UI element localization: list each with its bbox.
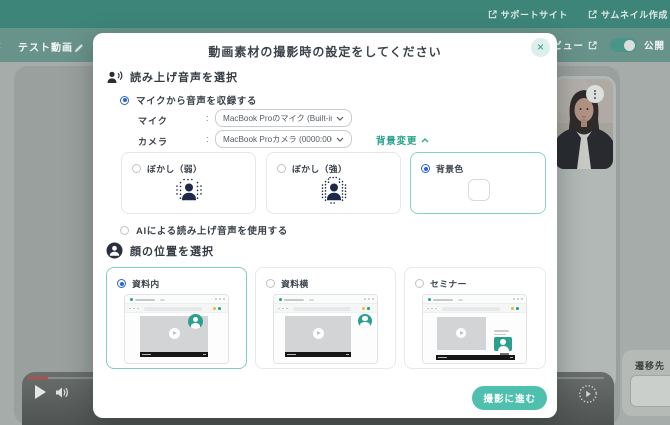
recording-settings-modal: 動画素材の撮影時の設定をしてください × 読み上げ音声を選択 マイクから音声を収… [93,33,557,418]
chevron-down-icon [336,116,344,121]
toggle-knob [624,39,636,51]
ai-voice-radio[interactable]: AIによる読み上げ音声を使用する [120,223,288,237]
radio-icon [266,279,275,288]
face-option-label: 資料内 [132,279,160,289]
bg-option-label: 背景色 [436,164,464,174]
publish-toggle[interactable] [609,38,637,52]
person-circle-icon [106,242,123,259]
project-title: テスト動画 [18,43,73,54]
background-change-label: 背景変更 [376,136,418,147]
bg-option-label: ぼかし（強） [292,164,348,174]
modal-title: 動画素材の撮影時の設定をしてください [208,45,442,59]
voice-section-header: 読み上げ音声を選択 [107,69,238,85]
blur-strong-person-icon [318,175,350,212]
destination-input[interactable] [630,375,670,407]
browser-mockup [273,294,378,364]
background-change-link[interactable]: 背景変更 [376,133,429,147]
presenter-video-strip [552,76,616,390]
back-chevron-icon[interactable]: ‹ [0,38,1,52]
camera-field-label: カメラ [138,137,169,147]
chevron-up-icon [421,137,429,142]
support-site-label: サポートサイト [500,9,568,20]
speaking-person-icon [107,70,123,83]
playback-speed-icon[interactable] [578,384,598,409]
presenter-photo [555,79,613,169]
presenter-card-icon [494,337,512,351]
radio-icon [415,279,424,288]
destination-label: 遷移先 [635,361,666,371]
colon: : [206,134,209,144]
play-button[interactable] [35,385,46,399]
external-link-icon [488,9,497,18]
face-card-seminar[interactable]: セミナー [404,267,546,369]
radio-selected-icon [120,95,129,105]
radio-selected-icon [421,164,430,173]
ai-voice-label: AIによる読み上げ音声を使用する [136,226,288,237]
radio-selected-icon [117,279,126,288]
radio-icon [277,164,286,173]
mic-source-label: マイクから音声を収録する [136,96,258,107]
background-color-swatch[interactable] [468,179,490,201]
face-position-cards: 資料内 資料横 セミナー [106,267,546,369]
thumbnail-create-link[interactable]: サムネイル作成 [588,8,668,21]
voice-section-title: 読み上げ音声を選択 [130,72,238,84]
face-card-in-material[interactable]: 資料内 [106,267,247,369]
bg-card-color[interactable]: 背景色 [410,152,546,214]
toolbar-right-group: レビュー 公開 [542,28,665,62]
face-option-label: 資料横 [281,279,309,289]
presenter-avatar-icon [188,314,203,329]
app-header: サポートサイト サムネイル作成 [0,0,670,28]
bg-card-blur-weak[interactable]: ぼかし（弱） [121,152,256,214]
bg-card-blur-strong[interactable]: ぼかし（強） [266,152,401,214]
face-section-header: 顔の位置を選択 [106,242,214,259]
face-card-beside-material[interactable]: 資料横 [255,267,396,369]
destination-panel: 遷移先 [622,350,670,416]
app-screen: サポートサイト サムネイル作成 ‹ テスト動画 レビュー 公開 [0,0,670,425]
mic-select-value: MacBook Proのマイク (Built-in) [223,114,332,123]
more-menu-button[interactable] [586,85,604,103]
mic-field-label: マイク [138,116,168,126]
chevron-down-icon [336,137,344,142]
mic-select[interactable]: MacBook Proのマイク (Built-in) [215,109,352,127]
external-link-icon [588,40,597,49]
volume-icon[interactable] [55,386,70,404]
thumbnail-create-label: サムネイル作成 [600,9,668,20]
face-section-title: 顔の位置を選択 [130,245,214,258]
radio-icon [120,225,129,235]
radio-icon [132,164,141,173]
background-option-cards: ぼかし（弱） ぼかし（強） 背景色 [121,152,547,214]
colon: : [206,113,209,123]
presenter-avatar-icon [358,314,372,328]
mic-source-radio[interactable]: マイクから音声を収録する [120,93,257,107]
progress-played [28,377,48,379]
camera-select-value: MacBook Proカメラ (0000:0001) [223,135,332,144]
proceed-to-recording-button[interactable]: 撮影に進む [472,386,547,410]
external-link-icon [588,9,597,18]
edit-pencil-icon[interactable] [74,40,83,58]
bg-option-label: ぼかし（弱） [147,164,203,174]
face-option-label: セミナー [430,279,467,289]
publish-label: 公開 [643,41,665,52]
close-button[interactable]: × [531,38,550,57]
blur-weak-person-icon [173,175,205,212]
browser-mockup [422,294,527,364]
camera-select[interactable]: MacBook Proカメラ (0000:0001) [215,130,352,148]
browser-mockup [124,294,229,364]
support-site-link[interactable]: サポートサイト [488,8,568,21]
